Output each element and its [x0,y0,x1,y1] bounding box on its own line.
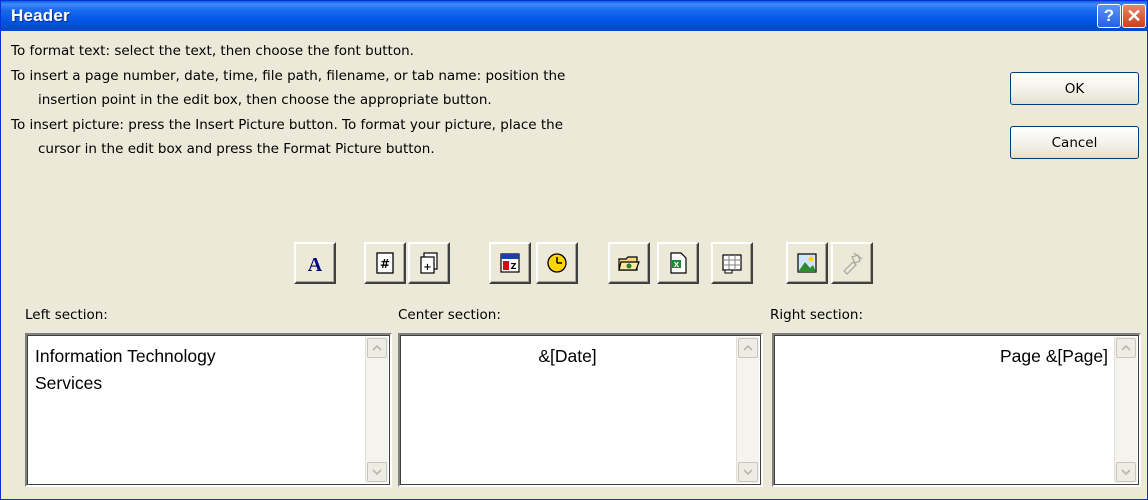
right-section-text: Page &[Page] [774,343,1108,370]
instructions-text: To format text: select the text, then ch… [11,39,911,162]
svg-text:Z: Z [511,262,517,271]
insert-number-of-pages-icon: + [420,252,438,274]
left-section-scrollbar[interactable] [365,337,388,483]
svg-text:A: A [308,254,323,275]
format-picture-button[interactable] [831,242,873,284]
chevron-up-icon [372,344,382,351]
header-dialog: Header ? ✕ To format text: select the te… [0,0,1148,500]
insert-number-of-pages-button[interactable]: + [408,242,450,284]
chevron-up-icon [743,344,753,351]
left-section-line: Information Technology [35,346,216,366]
chevron-up-icon [1121,344,1131,351]
insert-sheet-name-button[interactable] [711,242,753,284]
chevron-down-icon [372,469,382,476]
left-section-line: Services [35,373,103,393]
insert-date-button[interactable]: Z [489,242,531,284]
insert-page-number-icon: # [376,252,394,274]
scroll-down-button[interactable] [1116,462,1136,482]
close-button[interactable]: ✕ [1122,4,1146,28]
chevron-down-icon [1121,469,1131,476]
svg-text:#: # [380,257,390,271]
right-section-label: Right section: [770,307,864,323]
svg-text:+: + [423,262,431,273]
left-section-label: Left section: [25,307,108,323]
svg-text:X: X [674,261,680,269]
left-section-editbox[interactable]: Information Technology Services [25,333,392,487]
right-section-editbox[interactable]: Page &[Page] [772,333,1141,487]
ok-button[interactable]: OK [1010,72,1139,105]
format-picture-icon [843,252,863,275]
insert-time-button[interactable] [536,242,578,284]
format-text-button[interactable]: A [294,242,336,284]
instruction-line: To insert a page number, date, time, fil… [11,67,566,84]
insert-file-path-button[interactable] [608,242,650,284]
center-section-line: &[Date] [538,346,597,366]
instruction-line: insertion point in the edit box, then ch… [38,92,492,108]
instruction-line: cursor in the edit box and press the For… [38,141,435,157]
help-icon: ? [1103,6,1115,25]
insert-picture-icon [797,253,817,273]
insert-file-name-icon: X [670,252,687,274]
close-icon: ✕ [1126,5,1142,26]
insert-page-number-button[interactable]: # [364,242,406,284]
insert-file-path-icon [618,256,640,271]
scroll-down-button[interactable] [367,462,387,482]
insert-picture-button[interactable] [786,242,828,284]
right-section-line: Page &[Page] [1000,346,1108,366]
scroll-up-button[interactable] [1116,338,1136,358]
chevron-down-icon [743,469,753,476]
center-section-text: &[Date] [400,343,735,370]
center-section-scrollbar[interactable] [736,337,759,483]
center-section-editbox[interactable]: &[Date] [398,333,763,487]
left-section-text: Information Technology Services [35,343,216,397]
scroll-up-button[interactable] [367,338,387,358]
format-text-icon: A [308,254,323,275]
instruction-line: To insert picture: press the Insert Pict… [11,116,564,133]
insert-file-name-button[interactable]: X [657,242,699,284]
insert-date-icon: Z [500,253,520,273]
cancel-button[interactable]: Cancel [1010,126,1139,159]
help-button[interactable]: ? [1097,4,1121,28]
right-section-scrollbar[interactable] [1114,337,1137,483]
scroll-up-button[interactable] [738,338,758,358]
dialog-title: Header [11,6,70,25]
insert-sheet-name-icon [722,254,742,274]
instruction-line: To format text: select the text, then ch… [11,43,414,59]
center-section-label: Center section: [398,307,501,323]
insert-time-icon [547,253,567,273]
scroll-down-button[interactable] [738,462,758,482]
title-bar[interactable]: Header ? ✕ [1,1,1147,31]
